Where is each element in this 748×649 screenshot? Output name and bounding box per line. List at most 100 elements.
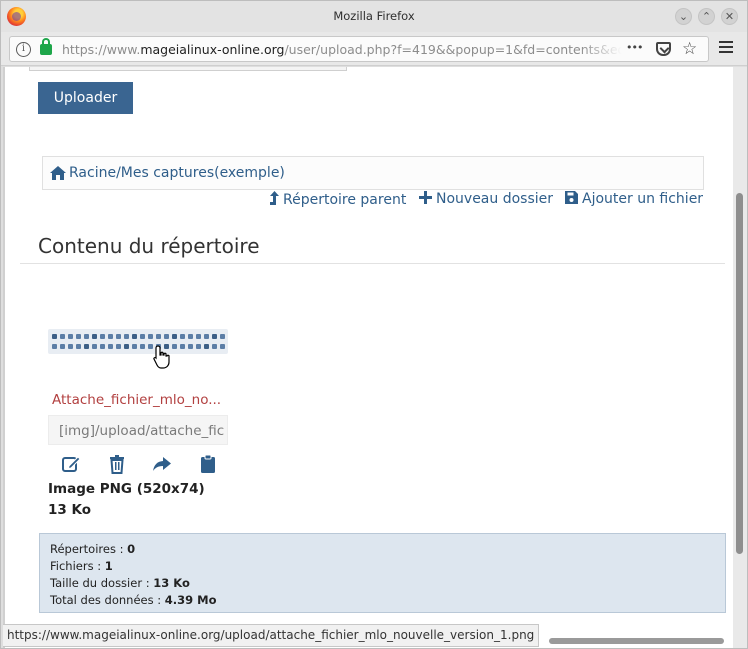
thumbnail-glyph (212, 334, 217, 339)
thumbnail-glyph (116, 334, 121, 339)
thumbnail-glyph (52, 334, 57, 339)
browser-window: Mozilla Firefox ⌄ ⌃ ✕ i https://www.mage… (0, 0, 748, 649)
file-thumbnail[interactable] (48, 329, 228, 354)
lock-icon[interactable] (40, 38, 52, 55)
stat-folder-size-value: 13 Ko (153, 576, 190, 590)
thumbnail-glyph (124, 334, 129, 339)
thumbnail-glyph (180, 344, 185, 349)
thumbnail-glyph (124, 344, 129, 349)
breadcrumb-link[interactable]: Racine/Mes captures(exemple) (69, 165, 285, 181)
thumbnail-glyph (220, 334, 225, 339)
page-actions-button[interactable]: ••• (626, 41, 643, 54)
horizontal-scrollbar-thumb[interactable] (549, 638, 724, 644)
thumbnail-glyph (92, 334, 97, 339)
page-viewport: Uploader Racine/Mes captures(exemple) Ré… (3, 67, 733, 648)
thumbnail-glyph (52, 344, 57, 349)
stat-folder-size: Taille du dossier : 13 Ko (50, 575, 725, 592)
stat-total: Total des données : 4.39 Mo (50, 592, 725, 609)
add-file-label: Ajouter un fichier (582, 191, 704, 207)
level-up-icon (270, 191, 279, 205)
thumbnail-glyph (156, 334, 161, 339)
file-type: Image PNG (520x74) (48, 481, 205, 497)
thumbnail-glyph (132, 344, 137, 349)
stat-files: Fichiers : 1 (50, 558, 725, 575)
section-divider (20, 263, 725, 264)
thumbnail-glyph (100, 344, 105, 349)
breadcrumb: Racine/Mes captures(exemple) (42, 156, 704, 190)
upload-button[interactable]: Uploader (38, 82, 133, 114)
thumbnail-glyph (84, 334, 89, 339)
navigation-bar: i https://www.mageialinux-online.org/use… (1, 32, 747, 66)
stat-total-label: Total des données : (50, 593, 165, 607)
url-domain: mageialinux-online.org (140, 42, 285, 57)
home-icon (50, 166, 66, 180)
thumbnail-glyph (84, 344, 89, 349)
thumbnail-glyph (132, 334, 137, 339)
url-fade (580, 39, 622, 59)
stat-directories-label: Répertoires : (50, 542, 128, 556)
thumbnail-glyph (108, 344, 113, 349)
site-info-icon[interactable]: i (16, 42, 31, 57)
url-prefix: https://www. (62, 42, 141, 57)
thumbnail-glyph (196, 344, 201, 349)
stat-files-value: 1 (104, 559, 113, 573)
thumbnail-glyph (172, 344, 177, 349)
title-bar: Mozilla Firefox ⌄ ⌃ ✕ (1, 1, 747, 32)
thumbnail-glyph (204, 344, 209, 349)
new-folder-label: Nouveau dossier (436, 191, 554, 207)
parent-directory-label: Répertoire parent (283, 192, 407, 208)
thumbnail-glyph (204, 334, 209, 339)
parent-directory-link[interactable]: Répertoire parent (270, 191, 406, 211)
bbcode-field[interactable]: [img]/upload/attache_fichier_mlo_nouvell… (48, 415, 228, 445)
trash-icon[interactable] (107, 454, 127, 474)
hand-cursor-icon (153, 345, 170, 369)
close-window-button[interactable]: ✕ (721, 8, 738, 25)
thumbnail-glyph (140, 334, 145, 339)
thumbnail-glyph (60, 334, 65, 339)
plus-icon (419, 191, 432, 204)
thumbnail-glyph (108, 334, 113, 339)
file-name-link[interactable]: Attache_fichier_mlo_no... (52, 392, 227, 408)
url-text[interactable]: https://www.mageialinux-online.org/user/… (62, 42, 622, 57)
share-icon[interactable] (152, 454, 172, 474)
hamburger-menu-icon[interactable] (719, 41, 733, 56)
status-bar: https://www.mageialinux-online.org/uploa… (3, 624, 540, 647)
add-file-link[interactable]: Ajouter un fichier (565, 191, 703, 211)
thumbnail-glyph (196, 334, 201, 339)
stat-total-value: 4.39 Mo (164, 593, 217, 607)
window-title: Mozilla Firefox (333, 9, 415, 23)
thumbnail-glyph (172, 334, 177, 339)
edit-icon[interactable] (61, 454, 81, 474)
thumbnail-glyph (140, 344, 145, 349)
thumbnail-glyph (212, 344, 217, 349)
thumbnail-glyph (180, 334, 185, 339)
url-bar[interactable]: i https://www.mageialinux-online.org/use… (9, 36, 709, 62)
thumbnail-glyph (76, 334, 81, 339)
thumbnail-glyph (92, 344, 97, 349)
maximize-button[interactable]: ⌃ (698, 8, 715, 25)
thumbnail-glyph (164, 334, 169, 339)
star-icon[interactable]: ☆ (682, 39, 697, 59)
file-input-remnant (29, 67, 347, 71)
thumbnail-glyph (148, 334, 153, 339)
thumbnail-glyph (220, 344, 225, 349)
section-title: Contenu du répertoire (38, 234, 260, 258)
stat-folder-size-label: Taille du dossier : (50, 576, 154, 590)
thumbnail-glyph (68, 334, 73, 339)
vertical-scrollbar-thumb[interactable] (736, 193, 743, 554)
clipboard-icon[interactable] (198, 454, 218, 474)
thumbnail-glyph (68, 344, 73, 349)
bbcode-value: [img]/upload/attache_fichier_mlo_nouvell… (59, 423, 224, 439)
stat-directories-value: 0 (127, 542, 136, 556)
stat-directories: Répertoires : 0 (50, 541, 725, 558)
thumbnail-glyph (100, 334, 105, 339)
file-size: 13 Ko (48, 502, 91, 518)
new-folder-link[interactable]: Nouveau dossier (419, 191, 553, 211)
thumbnail-glyph (188, 344, 193, 349)
thumbnail-glyph (76, 344, 81, 349)
pocket-icon[interactable] (656, 42, 671, 56)
minimize-button[interactable]: ⌄ (675, 8, 692, 25)
stat-files-label: Fichiers : (50, 559, 105, 573)
save-icon (565, 191, 578, 204)
thumbnail-glyph (60, 344, 65, 349)
